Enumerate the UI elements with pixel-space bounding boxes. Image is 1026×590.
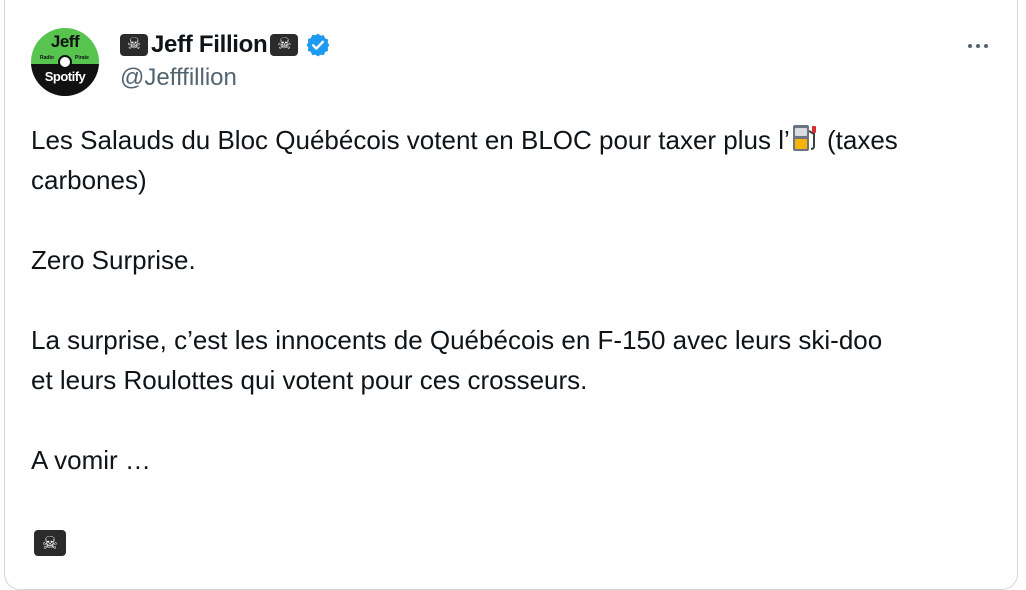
avatar-tiny-right: Pirate	[75, 55, 89, 61]
fuel-pump-icon	[790, 122, 820, 154]
tweet-line: Les Salauds du Bloc Québécois votent en …	[31, 120, 991, 160]
more-dot-icon	[968, 44, 972, 48]
author-name-row[interactable]: ☠ Jeff Fillion ☠	[120, 30, 331, 60]
tweet-line: Zero Surprise.	[31, 245, 196, 275]
pirate-flag-icon: ☠	[120, 34, 148, 56]
avatar[interactable]: Jeff Radio Pirate Spotify	[31, 28, 99, 96]
more-dot-icon	[976, 44, 980, 48]
pirate-flag-icon: ☠	[34, 530, 66, 556]
tweet-line: La surprise, c’est les innocents de Québ…	[31, 325, 883, 355]
trailing-emoji: ☠	[34, 530, 66, 556]
tweet-text-segment: Les Salauds du Bloc Québécois votent en …	[31, 125, 790, 155]
spotify-icon	[58, 55, 72, 69]
author-handle[interactable]: @Jefffillion	[120, 64, 237, 92]
tweet-line: carbones)	[31, 165, 147, 195]
more-dot-icon	[984, 44, 988, 48]
avatar-tiny-left: Radio	[40, 55, 54, 61]
more-options-button[interactable]	[962, 36, 994, 56]
avatar-line1: Jeff	[50, 32, 80, 51]
tweet-text: Les Salauds du Bloc Québécois votent en …	[31, 120, 991, 480]
pirate-flag-icon: ☠	[270, 34, 299, 56]
avatar-line2: Spotify	[44, 69, 86, 84]
tweet-line: et leurs Roulottes qui votent pour ces c…	[31, 365, 588, 395]
display-name[interactable]: Jeff Fillion	[151, 31, 268, 59]
tweet-text-segment: (taxes	[819, 125, 898, 155]
tweet-line: A vomir …	[31, 445, 151, 475]
verified-badge-icon[interactable]	[305, 32, 331, 58]
